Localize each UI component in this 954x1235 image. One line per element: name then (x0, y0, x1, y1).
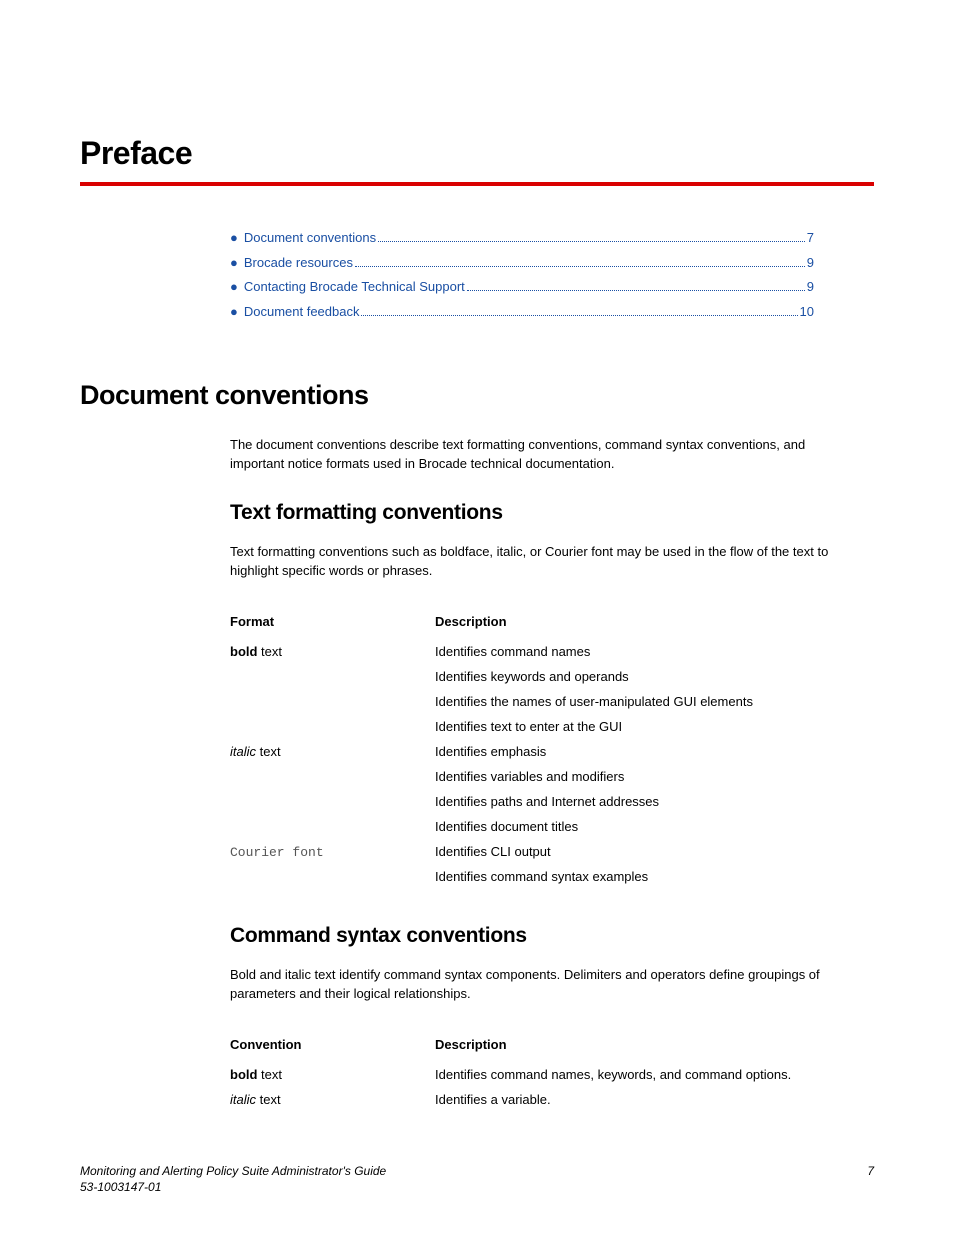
footer-doc-number: 53-1003147-01 (80, 1179, 386, 1195)
toc-item[interactable]: ●Contacting Brocade Technical Support 9 (230, 275, 814, 300)
text-formatting-intro: Text formatting conventions such as bold… (230, 543, 854, 581)
title-rule (80, 182, 874, 186)
format-cell: Courier font (230, 839, 435, 889)
description-line: Identifies emphasis (435, 744, 854, 759)
description-cell: Identifies CLI output Identifies command … (435, 839, 854, 889)
command-syntax-intro: Bold and italic text identify command sy… (230, 966, 854, 1004)
bullet-icon: ● (230, 275, 238, 300)
footer-page-number: 7 (867, 1163, 874, 1195)
description-line: Identifies variables and modifiers (435, 769, 854, 784)
description-line: Identifies CLI output (435, 844, 854, 859)
toc-leader (378, 241, 805, 242)
command-syntax-heading: Command syntax conventions (230, 924, 854, 948)
toc-label: Document feedback (244, 300, 360, 325)
doc-conventions-heading: Document conventions (80, 380, 874, 411)
toc-page: 9 (807, 275, 814, 300)
command-syntax-table: Convention Description bold textIdentifi… (230, 1032, 854, 1112)
toc-leader (467, 290, 805, 291)
bullet-icon: ● (230, 300, 238, 325)
table-header: Convention (230, 1032, 435, 1062)
table-header: Description (435, 1032, 854, 1062)
description-line: Identifies the names of user-manipulated… (435, 694, 854, 709)
toc-leader (361, 315, 797, 316)
table-row: bold textIdentifies command namesIdentif… (230, 639, 854, 739)
toc-label: Brocade resources (244, 251, 353, 276)
description-line: Identifies command syntax examples (435, 869, 854, 884)
toc-label: Contacting Brocade Technical Support (244, 275, 465, 300)
toc-page: 9 (807, 251, 814, 276)
toc-page: 10 (800, 300, 814, 325)
description-cell: Identifies command names Identifies keywo… (435, 639, 854, 739)
toc-leader (355, 266, 805, 267)
bullet-icon: ● (230, 251, 238, 276)
text-formatting-heading: Text formatting conventions (230, 501, 854, 525)
description-line: Identifies paths and Internet addresses (435, 794, 854, 809)
toc-item[interactable]: ●Document conventions 7 (230, 226, 814, 251)
text-formatting-table: Format Description bold textIdentifies c… (230, 609, 854, 889)
table-row: bold textIdentifies command names, keywo… (230, 1062, 854, 1087)
bullet-icon: ● (230, 226, 238, 251)
toc-item[interactable]: ●Brocade resources 9 (230, 251, 814, 276)
toc-list: ●Document conventions7●Brocade resources… (230, 226, 814, 325)
description-cell: Identifies command names, keywords, and … (435, 1062, 854, 1087)
footer-doc-title: Monitoring and Alerting Policy Suite Adm… (80, 1163, 386, 1179)
format-cell: italic text (230, 739, 435, 839)
format-cell: bold text (230, 639, 435, 739)
page-title: Preface (80, 135, 874, 172)
table-header: Format (230, 609, 435, 639)
doc-conventions-intro: The document conventions describe text f… (230, 436, 854, 474)
toc-item[interactable]: ●Document feedback 10 (230, 300, 814, 325)
table-header: Description (435, 609, 854, 639)
description-line: Identifies keywords and operands (435, 669, 854, 684)
table-row: Courier fontIdentifies CLI outputIdentif… (230, 839, 854, 889)
description-line: Identifies document titles (435, 819, 854, 834)
convention-cell: italic text (230, 1087, 435, 1112)
description-line: Identifies command names (435, 644, 854, 659)
toc-label: Document conventions (244, 226, 376, 251)
description-line: Identifies text to enter at the GUI (435, 719, 854, 734)
footer-left: Monitoring and Alerting Policy Suite Adm… (80, 1163, 386, 1195)
description-cell: Identifies a variable. (435, 1087, 854, 1112)
page-footer: Monitoring and Alerting Policy Suite Adm… (80, 1163, 874, 1195)
table-row: italic textIdentifies emphasisIdentifies… (230, 739, 854, 839)
convention-cell: bold text (230, 1062, 435, 1087)
table-row: italic textIdentifies a variable. (230, 1087, 854, 1112)
toc-page: 7 (807, 226, 814, 251)
description-cell: Identifies emphasis Identifies variables … (435, 739, 854, 839)
